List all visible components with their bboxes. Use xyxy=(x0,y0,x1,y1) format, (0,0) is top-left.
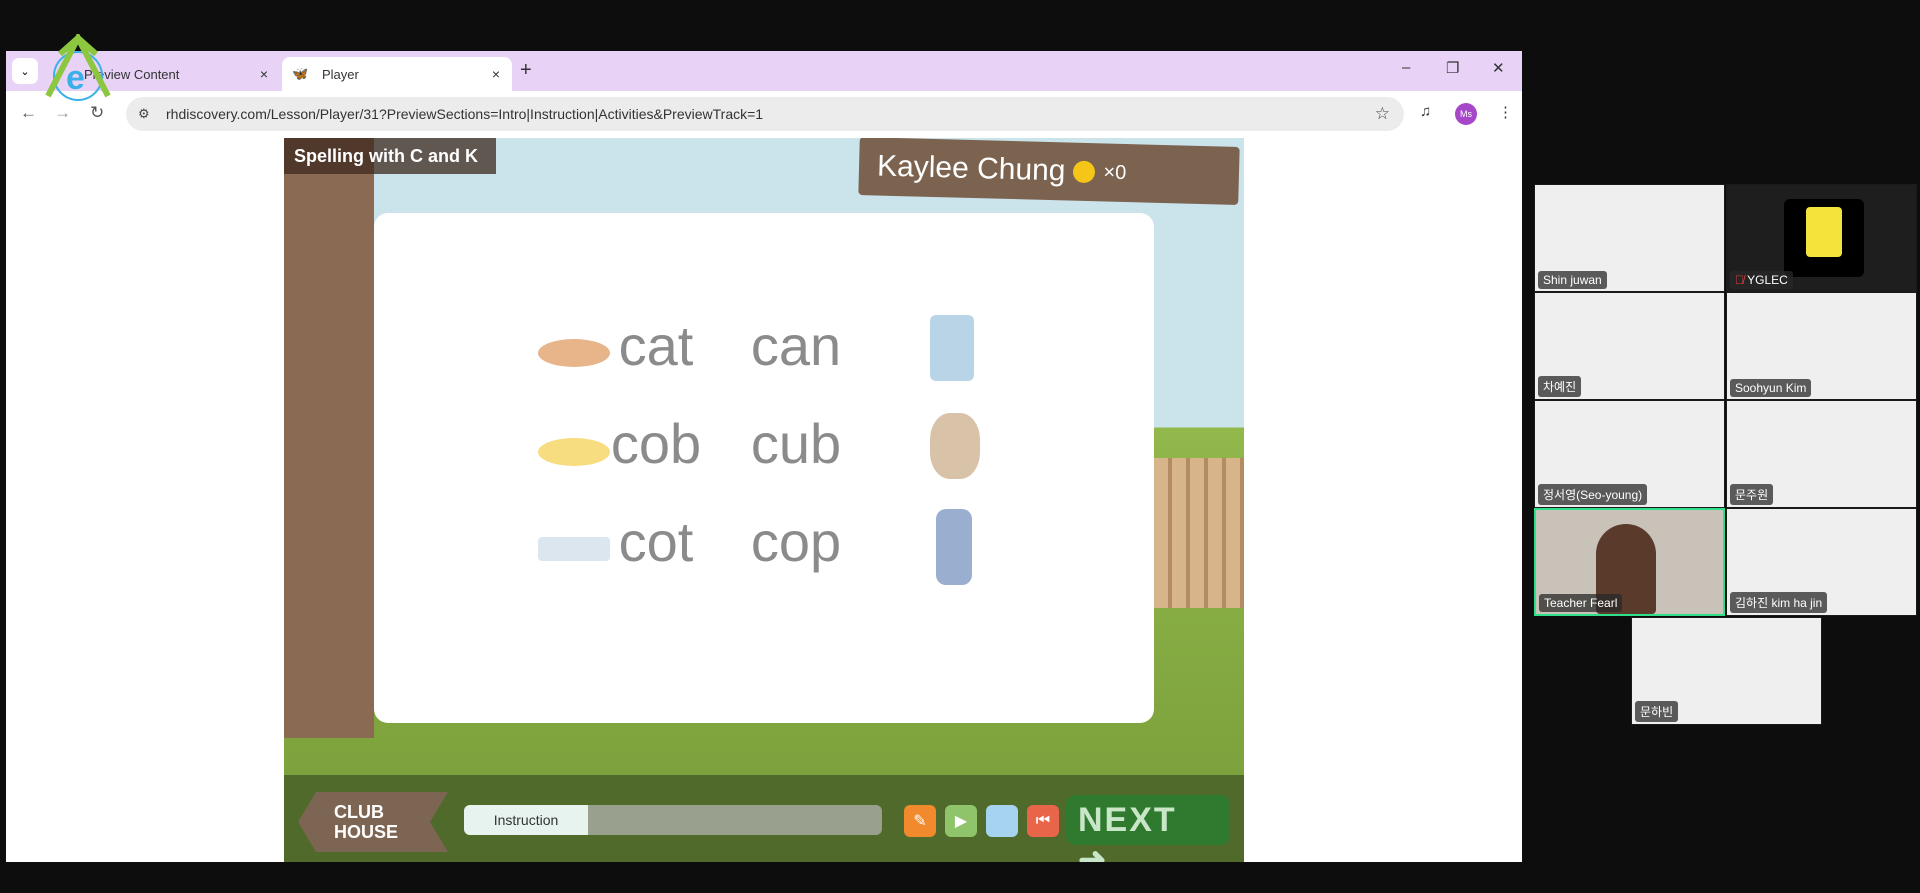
student-name: Kaylee Chung xyxy=(876,149,1066,188)
participant-name: Soohyun Kim xyxy=(1730,379,1812,397)
coin-count: ×0 xyxy=(1103,160,1127,184)
participant-tile[interactable]: Shin juwan xyxy=(1534,184,1725,292)
next-button[interactable]: NEXT ➜ xyxy=(1066,795,1230,862)
site-settings-icon[interactable]: ⚙ xyxy=(138,106,150,122)
participant-tile[interactable]: 🎙̸ YGLEC xyxy=(1726,184,1917,292)
browser-window: ⌄ Preview Content × 🦋 Player × + – ❐ ✕ ←… xyxy=(6,51,1522,862)
lesson-title: Spelling with C and K xyxy=(284,138,496,174)
address-bar: ← → ↻ ⚙ rhdiscovery.com/Lesson/Player/31… xyxy=(6,91,1522,137)
participant-tile[interactable]: 문주원 xyxy=(1726,400,1917,508)
word-cub[interactable]: cub xyxy=(736,411,856,476)
close-tab-icon[interactable]: × xyxy=(492,66,500,82)
word-can[interactable]: can xyxy=(736,313,856,378)
participant-name: YGLEC xyxy=(1747,273,1788,287)
word-card: cat can cob cub cot cop xyxy=(374,213,1154,723)
bookmark-star-icon[interactable]: ☆ xyxy=(1375,104,1390,124)
tab-label: Player xyxy=(322,66,359,82)
participant-tile[interactable]: Soohyun Kim xyxy=(1726,292,1917,400)
rewind-button[interactable]: ⏮ xyxy=(1027,805,1059,837)
participant-name: 문주원 xyxy=(1730,484,1774,505)
forward-icon[interactable]: → xyxy=(54,103,71,123)
blank-button[interactable] xyxy=(986,805,1018,837)
can-icon[interactable] xyxy=(930,315,974,381)
media-controls-icon[interactable]: ♫ xyxy=(1420,103,1431,120)
participant-name: Teacher Fearl xyxy=(1539,594,1623,612)
word-cop[interactable]: cop xyxy=(736,509,856,574)
tab-bar: ⌄ Preview Content × 🦋 Player × + – ❐ ✕ xyxy=(6,51,1522,91)
close-window-button[interactable]: ✕ xyxy=(1492,59,1505,77)
play-button[interactable]: ▶ xyxy=(945,805,977,837)
arrow-right-icon: ➜ xyxy=(1078,841,1109,862)
participant-tile[interactable]: 김하진 kim ha jin xyxy=(1726,508,1917,616)
participant-name: 차예진 xyxy=(1538,376,1582,397)
word-cob[interactable]: cob xyxy=(596,411,716,476)
back-icon[interactable]: ← xyxy=(20,103,37,123)
url-text: rhdiscovery.com/Lesson/Player/31?Preview… xyxy=(166,106,764,122)
url-input[interactable]: ⚙ rhdiscovery.com/Lesson/Player/31?Previ… xyxy=(126,97,1404,131)
spongebob-avatar xyxy=(1784,199,1864,277)
progress-section-label: Instruction xyxy=(464,805,588,835)
bear-cub-icon[interactable] xyxy=(930,413,980,479)
player-controls: CLUB HOUSE Instruction ✎ ▶ ⏮ NEXT ➜ xyxy=(284,778,1244,862)
close-tab-icon[interactable]: × xyxy=(260,66,268,82)
police-officer-icon[interactable] xyxy=(936,509,972,585)
overlay-logo: e xyxy=(45,34,111,101)
restore-button[interactable]: ❐ xyxy=(1446,59,1459,77)
section-progress-bar[interactable]: Instruction xyxy=(464,805,882,835)
profile-avatar[interactable]: Ms xyxy=(1455,103,1477,125)
minimize-button[interactable]: – xyxy=(1402,59,1410,76)
word-cat[interactable]: cat xyxy=(596,313,716,378)
coin-icon xyxy=(1073,160,1096,184)
club-house-button[interactable]: CLUB HOUSE xyxy=(298,792,448,852)
participant-tile[interactable]: 차예진 xyxy=(1534,292,1725,400)
participant-name: 문하빈 xyxy=(1635,701,1679,722)
svg-text:e: e xyxy=(66,59,85,97)
tab-player[interactable]: 🦋 Player × xyxy=(282,57,512,91)
muted-mic-icon: 🎙̸ xyxy=(1735,273,1744,287)
participant-tile-active-speaker[interactable]: Teacher Fearl xyxy=(1534,508,1725,616)
menu-icon[interactable]: ⋮ xyxy=(1498,103,1513,121)
house-label: HOUSE xyxy=(334,822,399,842)
club-label: CLUB xyxy=(334,802,384,822)
tab-search-button[interactable]: ⌄ xyxy=(12,58,38,84)
reload-icon[interactable]: ↻ xyxy=(90,103,104,123)
fence-decoration xyxy=(1154,458,1244,608)
treehouse-decoration xyxy=(284,138,374,738)
student-nameplate: Kaylee Chung ×0 xyxy=(858,138,1240,205)
participant-name: 정서영(Seo-young) xyxy=(1538,484,1648,505)
lesson-player: Spelling with C and K Kaylee Chung ×0 ca… xyxy=(284,138,1244,862)
participant-tile[interactable]: 정서영(Seo-young) xyxy=(1534,400,1725,508)
replay-audio-button[interactable]: ✎ xyxy=(904,805,936,837)
new-tab-button[interactable]: + xyxy=(520,59,532,82)
participant-name: 김하진 kim ha jin xyxy=(1730,592,1828,613)
participant-tile[interactable]: 문하빈 xyxy=(1631,617,1822,725)
next-label: NEXT xyxy=(1078,801,1177,839)
butterfly-favicon-icon: 🦋 xyxy=(292,66,309,81)
word-cot[interactable]: cot xyxy=(596,509,716,574)
participant-name: Shin juwan xyxy=(1538,271,1607,289)
